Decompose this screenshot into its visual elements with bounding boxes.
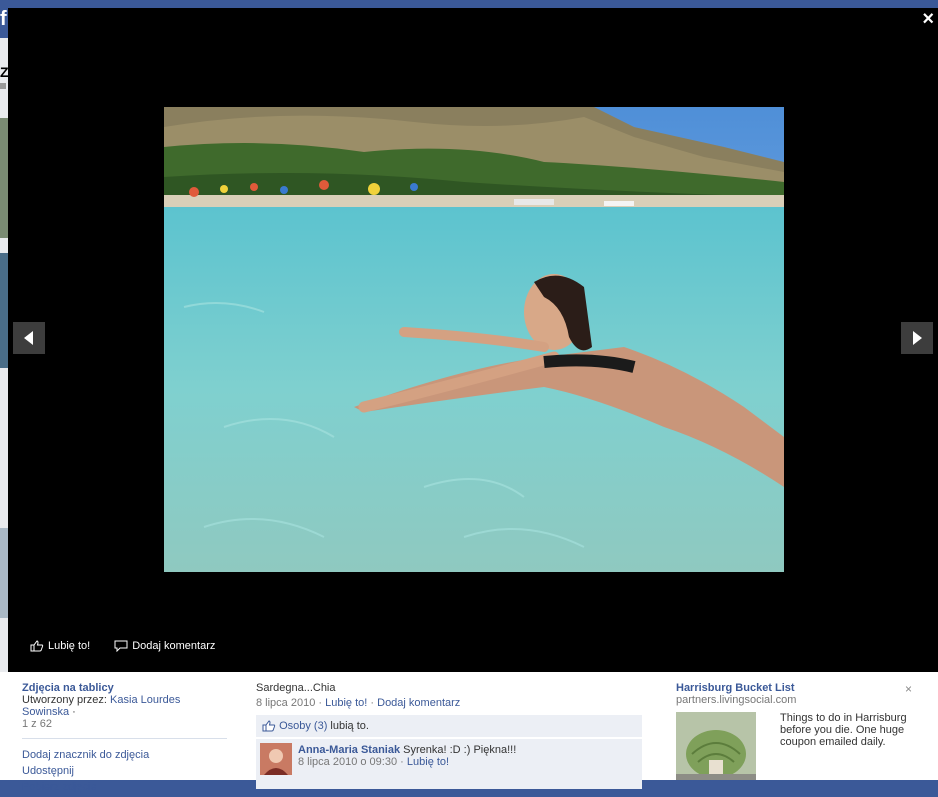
likes-suffix: lubią to. bbox=[327, 720, 369, 732]
top-bar bbox=[0, 0, 938, 8]
arrow-right-icon bbox=[913, 331, 922, 345]
share-link[interactable]: Udostępnij bbox=[22, 765, 227, 777]
created-by: Utworzony przez: Kasia Lourdes Sowinska … bbox=[22, 694, 227, 718]
close-ad-button[interactable]: × bbox=[905, 682, 912, 696]
background-thumbnail bbox=[0, 253, 8, 368]
ad-domain: partners.livingsocial.com bbox=[676, 694, 797, 706]
photo-viewer: × Lubię to! Dodaj komentarz bbox=[8, 8, 938, 672]
next-photo-button[interactable] bbox=[901, 322, 933, 354]
photo-actions: Lubię to! Dodaj komentarz bbox=[30, 640, 215, 652]
comment-like-link[interactable]: Lubię to! bbox=[407, 756, 449, 768]
comment-label: Dodaj komentarz bbox=[132, 640, 216, 652]
like-label: Lubię to! bbox=[48, 640, 91, 652]
background-text-fragment bbox=[0, 83, 6, 89]
photo-feedback: Sardegna...Chia 8 lipca 2010 · Lubię to!… bbox=[256, 682, 642, 790]
comment-meta: 8 lipca 2010 o 09:30 · Lubię to! bbox=[298, 756, 516, 768]
divider bbox=[22, 738, 227, 739]
avatar[interactable] bbox=[260, 743, 292, 776]
comment-text: Syrenka! :D :) Piękna!!! bbox=[403, 744, 517, 757]
arrow-left-icon bbox=[24, 331, 33, 345]
separator-dot: · bbox=[72, 706, 76, 718]
sponsored-ad: Harrisburg Bucket List partners.livingso… bbox=[676, 682, 916, 780]
photo-count: 1 z 62 bbox=[22, 718, 52, 730]
ad-text: Things to do in Harrisburg before you di… bbox=[780, 712, 907, 748]
album-title[interactable]: Zdjęcia na tablicy bbox=[22, 682, 227, 694]
tag-photo-link[interactable]: Dodaj znacznik do zdjęcia bbox=[22, 749, 227, 761]
like-photo-button[interactable]: Lubię to! bbox=[30, 640, 90, 652]
photo-meta: 8 lipca 2010 · Lubię to! · Dodaj komenta… bbox=[256, 697, 642, 709]
people-who-like-link[interactable]: Osoby (3) bbox=[279, 720, 327, 732]
thumbs-up-icon bbox=[30, 640, 44, 652]
add-comment-link[interactable]: Dodaj komentarz bbox=[377, 697, 460, 709]
facebook-logo: f bbox=[0, 8, 8, 38]
background-thumbnail bbox=[0, 528, 8, 618]
separator-dot: · bbox=[400, 756, 407, 769]
add-comment-button[interactable]: Dodaj komentarz bbox=[114, 640, 215, 652]
created-by-label: Utworzony przez: bbox=[22, 694, 107, 706]
thumbs-up-icon bbox=[262, 720, 276, 732]
ad-image[interactable] bbox=[676, 712, 756, 780]
comment-time: 8 lipca 2010 o 09:30 bbox=[298, 756, 398, 769]
photo-menu: Dodaj znacznik do zdjęcia Udostępnij Pob… bbox=[22, 749, 227, 793]
comment-body: Anna-Maria Staniak Syrenka! :D :) Piękna… bbox=[298, 744, 516, 768]
avatar-image bbox=[260, 743, 292, 776]
download-photo-link[interactable]: Pobierz zdjęcie bbox=[22, 781, 227, 793]
previous-photo-button[interactable] bbox=[13, 322, 45, 354]
comment-icon bbox=[114, 640, 128, 652]
photo-date: 8 lipca 2010 bbox=[256, 697, 316, 709]
photo-info-panel: Zdjęcia na tablicy Utworzony przez: Kasi… bbox=[0, 672, 938, 793]
comment-item: Anna-Maria Staniak Syrenka! :D :) Piękna… bbox=[256, 739, 642, 790]
background-thumbnail bbox=[0, 118, 8, 238]
close-viewer-button[interactable]: × bbox=[922, 8, 934, 31]
ad-image-illustration bbox=[676, 712, 756, 780]
main-photo[interactable] bbox=[164, 107, 784, 572]
comment-author-link[interactable]: Anna-Maria Staniak bbox=[298, 744, 400, 756]
like-link[interactable]: Lubię to! bbox=[325, 697, 367, 709]
ad-title[interactable]: Harrisburg Bucket List bbox=[676, 682, 916, 694]
background-page-strip: f Z bbox=[0, 8, 9, 780]
likes-summary: Osoby (3) lubią to. bbox=[256, 715, 642, 738]
photo-caption: Sardegna...Chia bbox=[256, 682, 336, 694]
beach-photo-illustration bbox=[164, 107, 784, 572]
